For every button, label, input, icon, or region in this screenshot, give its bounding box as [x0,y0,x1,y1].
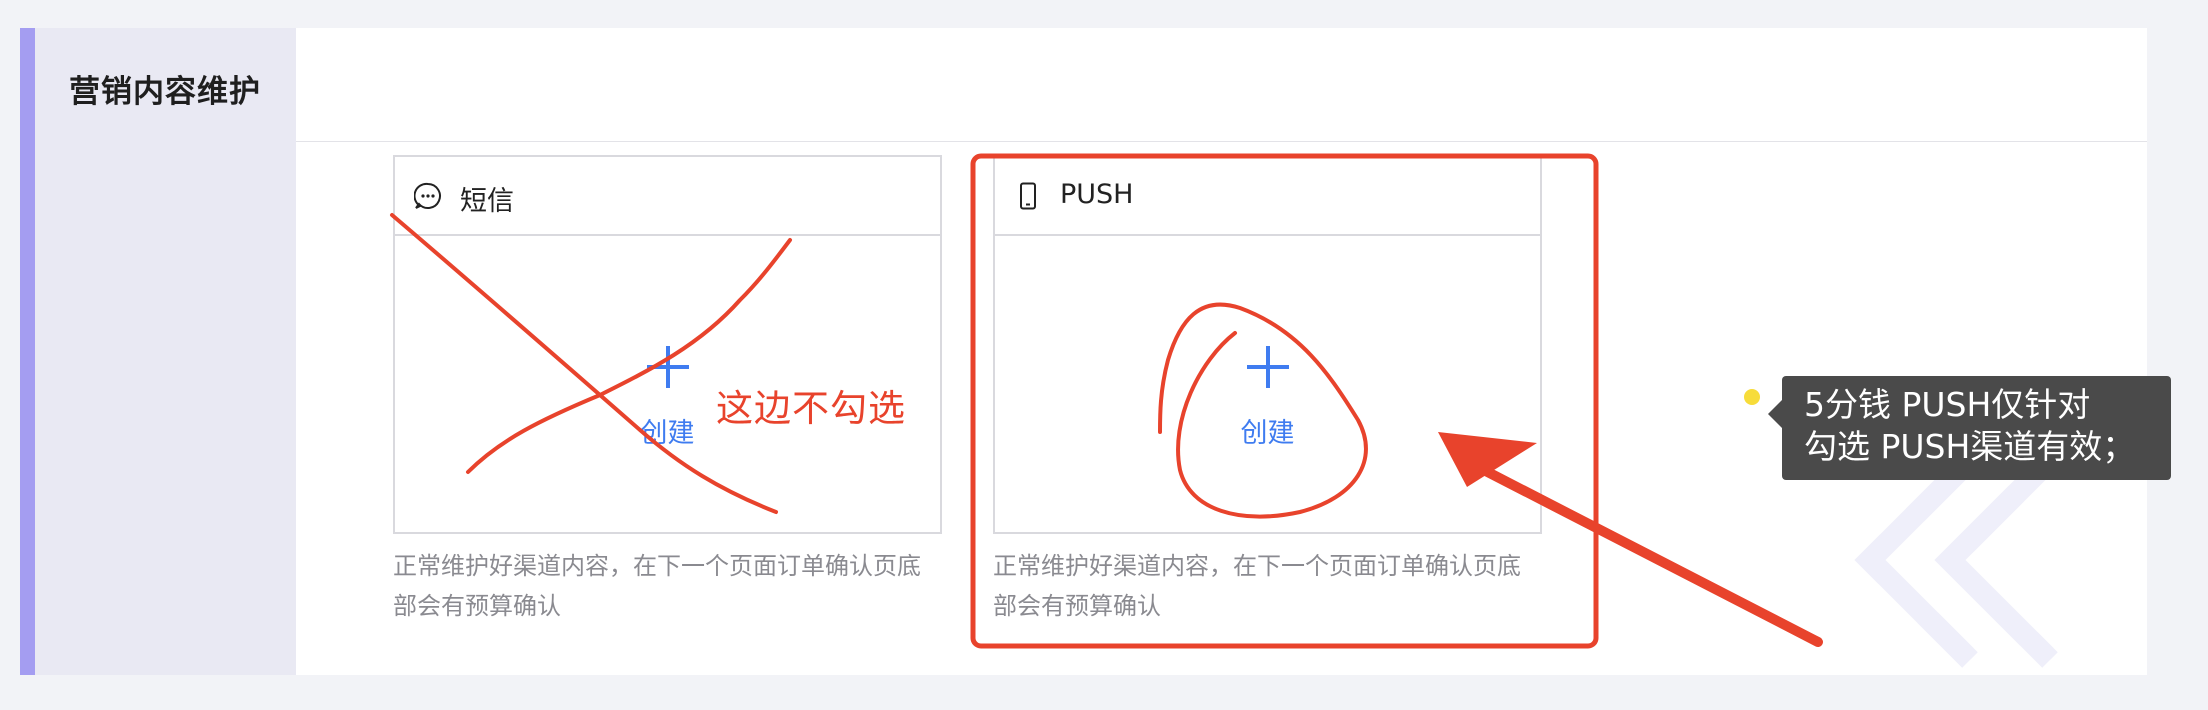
annotation-overlay [390,153,1823,649]
highlight-box [970,153,1599,649]
cross-out-stroke [466,238,792,474]
circle-mark [1158,302,1368,519]
cross-out-stroke [390,213,778,514]
cross-out-note: 这边不勾选 [716,387,906,430]
arrow-head [1438,432,1537,487]
arrow-shaft [1473,462,1823,647]
